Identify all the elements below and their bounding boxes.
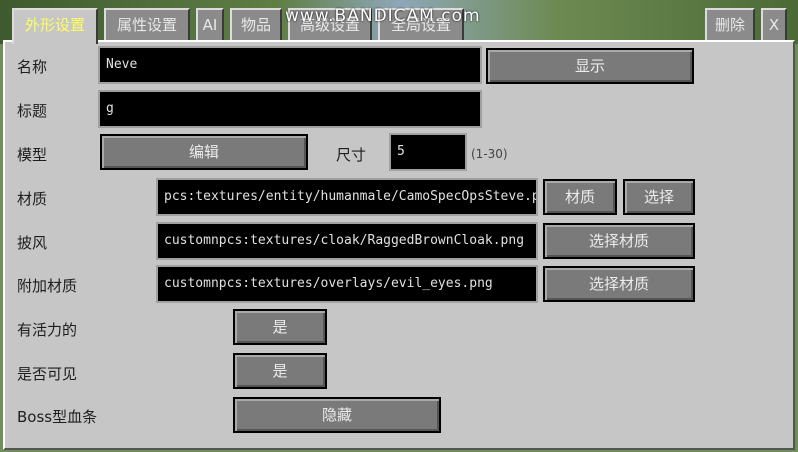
texture-label: 材质: [17, 190, 48, 208]
recording-watermark: www.BANDICAM.com: [285, 6, 481, 26]
model-label: 模型: [17, 146, 48, 164]
texture-field[interactable]: pcs:textures/entity/humanmale/CamoSpecOp…: [156, 178, 538, 216]
overlay-field[interactable]: customnpcs:textures/overlays/evil_eyes.p…: [156, 265, 538, 303]
tab-attributes[interactable]: 属性设置: [104, 8, 190, 42]
visible-label: 是否可见: [17, 365, 78, 383]
tab-appearance[interactable]: 外形设置: [12, 8, 98, 44]
cape-field[interactable]: customnpcs:textures/cloak/RaggedBrownClo…: [156, 222, 538, 260]
tab-ai[interactable]: AI: [196, 8, 224, 42]
alive-label: 有活力的: [17, 321, 78, 339]
alive-toggle[interactable]: 是: [233, 309, 327, 345]
edit-model-button[interactable]: 编辑: [100, 134, 308, 170]
overlay-label: 附加材质: [17, 277, 78, 295]
close-button[interactable]: X: [761, 8, 787, 42]
size-label: 尺寸: [336, 146, 367, 164]
show-button[interactable]: 显示: [486, 48, 694, 84]
appearance-panel: 名称 Neve 显示 标题 g 模型 编辑 尺寸 5 (1-30) 材质 pcs…: [3, 40, 795, 450]
tab-items[interactable]: 物品: [230, 8, 282, 42]
name-field[interactable]: Neve: [98, 46, 482, 84]
select-cape-texture-button[interactable]: 选择材质: [543, 223, 695, 259]
texture-button[interactable]: 材质: [543, 179, 617, 215]
visible-toggle[interactable]: 是: [233, 353, 327, 389]
cape-label: 披风: [17, 234, 48, 252]
name-label: 名称: [17, 58, 48, 76]
title-field[interactable]: g: [98, 90, 482, 128]
bossbar-label: Boss型血条: [17, 408, 98, 426]
title-label: 标题: [17, 102, 48, 120]
size-field[interactable]: 5: [389, 133, 467, 171]
delete-button[interactable]: 删除: [705, 8, 755, 42]
size-range-hint: (1-30): [471, 147, 508, 161]
bossbar-toggle[interactable]: 隐藏: [233, 397, 441, 433]
select-texture-button[interactable]: 选择: [623, 179, 695, 215]
select-overlay-texture-button[interactable]: 选择材质: [543, 266, 695, 302]
